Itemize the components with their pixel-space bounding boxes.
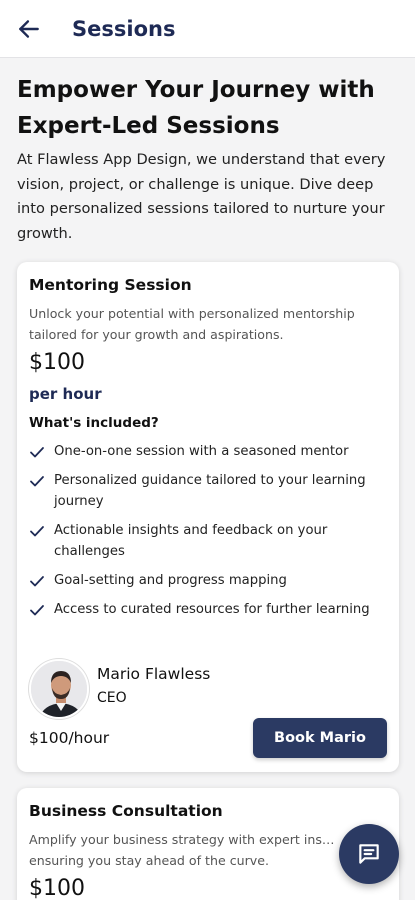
chat-button[interactable]	[339, 824, 399, 884]
check-icon	[30, 526, 44, 537]
feature-item: Actionable insights and feedback on your…	[29, 520, 391, 562]
hero-title: Empower Your Journey with Expert-Led Ses…	[17, 77, 375, 139]
feature-text: Goal-setting and progress mapping	[54, 573, 287, 588]
session-description: Unlock your potential with personalized …	[29, 306, 355, 342]
session-title: Business Consultation	[29, 802, 223, 820]
arrow-left-icon	[19, 19, 39, 38]
chat-icon	[359, 844, 379, 864]
page-title: Sessions	[72, 16, 176, 41]
person-avatar-icon	[31, 661, 87, 717]
back-button[interactable]	[0, 0, 58, 58]
session-description: Amplify your business strategy with expe…	[29, 832, 335, 868]
feature-item: Personalized guidance tailored to your l…	[29, 470, 391, 512]
check-icon	[30, 447, 44, 458]
mentor-role: CEO	[97, 690, 127, 706]
check-icon	[30, 605, 44, 616]
price-unit: per hour	[29, 385, 102, 403]
feature-text: Access to curated resources for further …	[54, 602, 370, 617]
feature-text: One-on-one session with a seasoned mento…	[54, 444, 349, 459]
feature-item: Goal-setting and progress mapping	[29, 570, 391, 591]
mentor-name: Mario Flawless	[97, 665, 211, 683]
features-list: One-on-one session with a seasoned mento…	[29, 441, 391, 628]
feature-text: Personalized guidance tailored to your l…	[54, 473, 366, 509]
sessions-content[interactable]: Empower Your Journey with Expert-Led Ses…	[0, 58, 415, 900]
book-mentor-button[interactable]: Book Mario	[253, 718, 387, 758]
feature-item: One-on-one session with a seasoned mento…	[29, 441, 391, 462]
check-icon	[30, 476, 44, 487]
hero-description: At Flawless App Design, we understand th…	[17, 151, 386, 242]
hourly-rate: $100/hour	[29, 729, 110, 747]
app-header: Sessions	[0, 0, 415, 58]
feature-text: Actionable insights and feedback on your…	[54, 523, 328, 559]
mentor-avatar	[29, 659, 89, 719]
check-icon	[30, 576, 44, 587]
feature-item: Access to curated resources for further …	[29, 599, 391, 620]
mentor-info: Mario Flawless CEO	[29, 659, 389, 723]
session-price: $100	[29, 876, 85, 900]
included-heading: What's included?	[29, 415, 159, 431]
session-title: Mentoring Session	[29, 276, 192, 294]
session-price: $100	[29, 350, 85, 375]
mentoring-session-card: Mentoring Session Unlock your potential …	[17, 262, 399, 772]
